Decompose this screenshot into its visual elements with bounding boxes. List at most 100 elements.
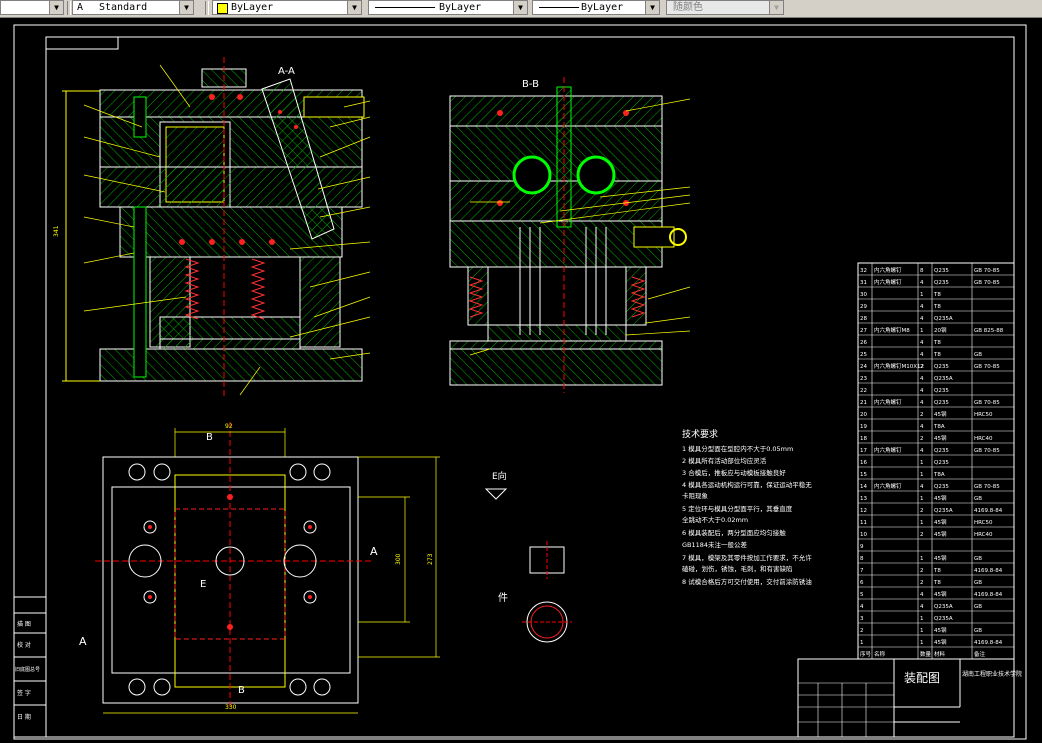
bom-row: HRC40 [974, 436, 993, 442]
left-strip-label: 签 字 [17, 689, 31, 697]
drawing-canvas[interactable]: 描 图 校 对 旧底图总号 签 字 日 期 A-A 341 B-B 92 330… [0, 17, 1042, 743]
tech-note: 4 模具各运动机构运行可靠，保证运动平稳无 [682, 480, 812, 489]
bom-row: 15 [860, 472, 867, 478]
bom-row: 4 [920, 424, 924, 430]
bom-row: GB 70-85 [974, 400, 1000, 406]
bom-row: 4 [920, 340, 924, 346]
bom-row: GB 825-88 [974, 328, 1004, 334]
bom-row: 20 [860, 412, 867, 418]
bom-row: 4 [920, 400, 924, 406]
bom-row: Q235 [934, 484, 949, 490]
bom-row: 1 [920, 328, 924, 334]
tech-note: GB1184未注一般公差 [682, 540, 748, 549]
plan-view: 92 330 300 273 A A B B E [79, 422, 440, 714]
bom-header-row: 材料 [934, 650, 946, 658]
chevron-down-icon[interactable]: ▼ [513, 1, 527, 14]
chevron-down-icon[interactable]: ▼ [179, 1, 193, 14]
bom-row: 30 [860, 292, 867, 298]
bom-row: GB [974, 496, 982, 502]
chevron-down-icon[interactable]: ▼ [347, 1, 361, 14]
e-view-label: E向 [492, 470, 507, 482]
bom-row: 45钢 [934, 626, 947, 634]
bom-row: 4 [920, 280, 924, 286]
toolbar-separator [67, 1, 71, 15]
left-strip-label: 校 对 [17, 641, 31, 649]
bom-row: 19 [860, 424, 867, 430]
text-style-dropdown[interactable]: A Standard ▼ [72, 0, 194, 15]
bom-row: 45钢 [934, 590, 947, 598]
bom-row: GB 70-85 [974, 280, 1000, 286]
color-value: ByLayer [231, 2, 274, 13]
bom-row: 8 [860, 556, 864, 562]
bom-row: 4169.8-84 [974, 508, 1003, 514]
bom-row: 13 [860, 496, 867, 502]
chevron-down-icon[interactable]: ▼ [49, 1, 63, 14]
bom-row: 17 [860, 448, 867, 454]
bom-header-row: 备注 [974, 650, 986, 658]
bom-row: 4 [920, 316, 924, 322]
bom-row: 4 [860, 604, 864, 610]
bom-row: 12 [860, 508, 867, 514]
bom-row: 内六角螺钉 [874, 482, 902, 490]
technical-requirements: 技术要求 1 模具分型面在型腔内不大于0.05mm 2 模具所有活动部位均应灵活… [682, 428, 812, 586]
bom-row: 2 [920, 508, 924, 514]
left-strip-label: 日 期 [17, 713, 31, 721]
bom-row: GB 70-85 [974, 268, 1000, 274]
title-block-name: 装配图 [904, 671, 940, 685]
layer-state-dropdown[interactable]: ▼ [0, 0, 64, 15]
chevron-down-icon[interactable]: ▼ [769, 1, 783, 14]
bom-row: 45钢 [934, 494, 947, 502]
bom-row: 45钢 [934, 554, 947, 562]
bom-row: GB [974, 604, 982, 610]
view-a-label-left: A [79, 635, 87, 648]
bom-row: 23 [860, 376, 867, 382]
bom-row: Q235 [934, 364, 949, 370]
bom-row: 2 [920, 532, 924, 538]
bom-header-row: 序号 [860, 650, 872, 658]
bom-row: 2 [920, 412, 924, 418]
lineweight-dropdown[interactable]: ByLayer ▼ [532, 0, 660, 15]
bom-row: Q235A [934, 508, 953, 514]
title-block: 装配图 湖南工程职业技术学院 [797, 658, 1022, 738]
bom-row: 24 [860, 364, 867, 370]
bom-row: T8 [933, 352, 941, 358]
corner-box [45, 36, 119, 50]
chevron-down-icon[interactable]: ▼ [645, 1, 659, 14]
tech-note: 6 模具装配后，两分型面应均匀接触 [682, 528, 786, 537]
bom-row: T8A [933, 472, 945, 478]
plot-style-dropdown[interactable]: 随颜色 ▼ [666, 0, 784, 15]
bom-row: 28 [860, 316, 867, 322]
bom-row: Q235A [934, 316, 953, 322]
bom-row: 45钢 [934, 434, 947, 442]
lineweight-value: ByLayer [581, 2, 624, 13]
bom-row: 31 [860, 280, 867, 286]
e-view-detail: E向 件 [484, 470, 572, 643]
bom-row: 32 [860, 268, 867, 274]
bom-row: 6 [860, 580, 864, 586]
bom-row: 4 [920, 376, 924, 382]
bom-row: 1 [920, 616, 924, 622]
bom-row: 4169.8-84 [974, 568, 1003, 574]
linetype-dropdown[interactable]: ByLayer ▼ [368, 0, 528, 15]
dim-bottom-label: 330 [225, 704, 237, 711]
bom-row: HRC50 [974, 412, 993, 418]
tech-note: 卡阻现象 [682, 491, 709, 500]
bom-row: 2 [920, 568, 924, 574]
bom-row: 内六角螺钉 [874, 446, 902, 454]
bom-row: 45钢 [934, 518, 947, 526]
bom-row: 4 [920, 448, 924, 454]
bom-row: T8 [933, 292, 941, 298]
tech-title: 技术要求 [682, 428, 718, 440]
bom-row: Q235 [934, 388, 949, 394]
bom-row: Q235A [934, 604, 953, 610]
bom-row: Q235 [934, 448, 949, 454]
view-b-label-bottom: B [238, 685, 245, 696]
left-strip-label: 描 图 [17, 620, 31, 628]
bom-row: 1 [920, 640, 924, 646]
view-a-label-right: A [370, 545, 378, 558]
linetype-value: ByLayer [439, 2, 482, 13]
bom-row: 18 [860, 436, 867, 442]
bom-row: 26 [860, 340, 867, 346]
part-label: 件 [498, 592, 508, 604]
color-dropdown[interactable]: ByLayer ▼ [212, 0, 362, 15]
